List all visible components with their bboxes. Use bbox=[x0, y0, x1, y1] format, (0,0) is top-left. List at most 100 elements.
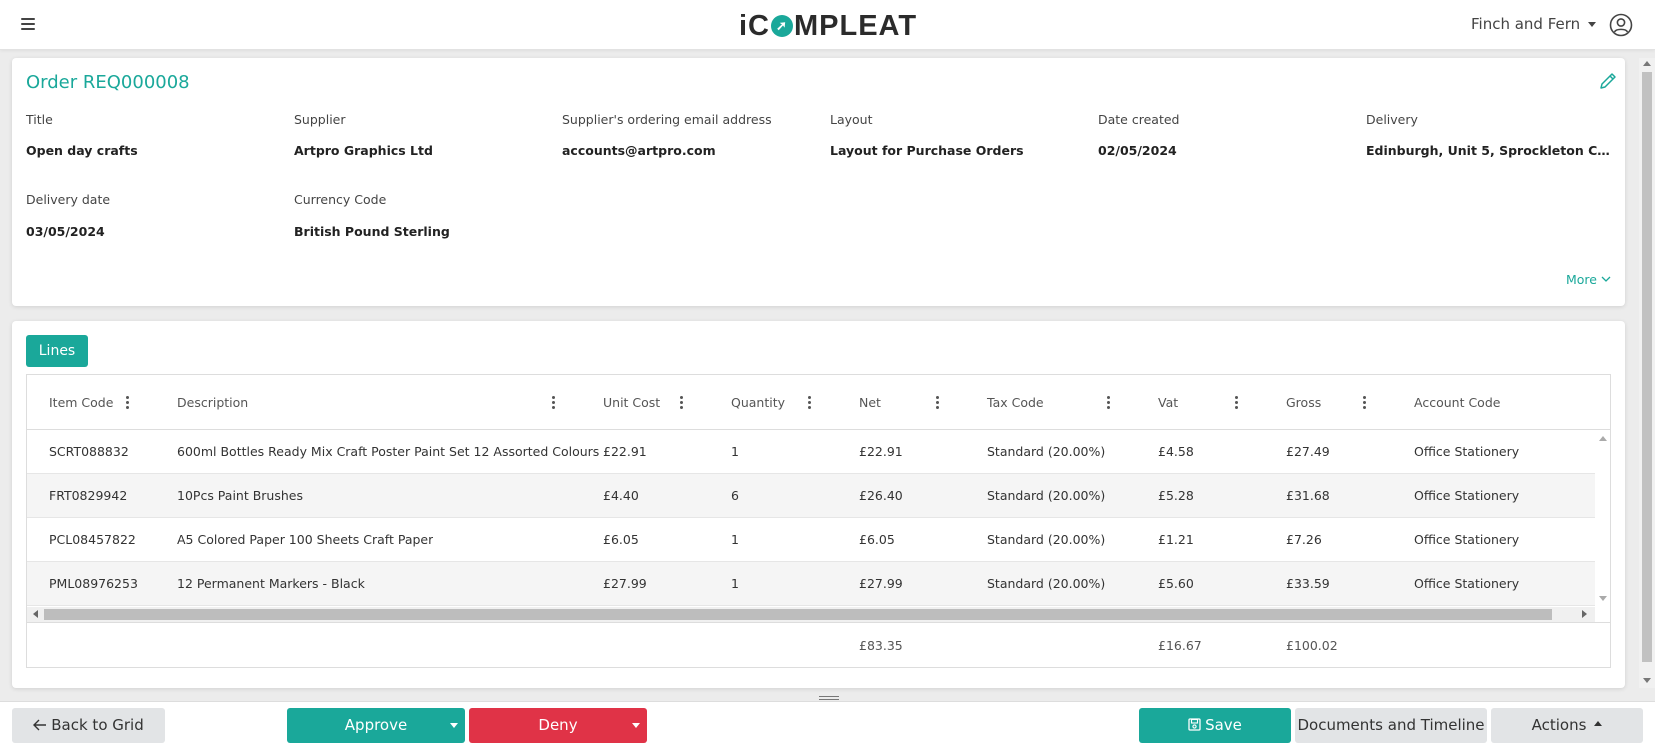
total-gross: £100.02 bbox=[1286, 638, 1338, 653]
column-header-unit-cost[interactable]: Unit Cost bbox=[603, 375, 660, 430]
column-menu-icon[interactable] bbox=[548, 395, 558, 411]
column-header-account-code[interactable]: Account Code bbox=[1414, 375, 1500, 430]
cell-quantity: 1 bbox=[731, 532, 739, 547]
column-menu-icon[interactable] bbox=[1103, 395, 1113, 411]
approve-split-button: Approve bbox=[287, 708, 465, 743]
column-menu-icon[interactable] bbox=[1359, 395, 1369, 411]
cell-quantity: 6 bbox=[731, 488, 739, 503]
field-value-supplier-email: accounts@artpro.com bbox=[562, 143, 716, 158]
user-account-icon[interactable] bbox=[1609, 13, 1633, 37]
cell-gross: £33.59 bbox=[1286, 576, 1330, 591]
total-net: £83.35 bbox=[859, 638, 903, 653]
table-row[interactable]: PML08976253 12 Permanent Markers - Black… bbox=[27, 562, 1595, 606]
cell-tax-code: Standard (20.00%) bbox=[987, 488, 1106, 503]
grid-header: Item Code Description Unit Cost Quantity… bbox=[27, 375, 1610, 430]
field-value-supplier: Artpro Graphics Ltd bbox=[294, 143, 433, 158]
lines-grid: Item Code Description Unit Cost Quantity… bbox=[26, 374, 1611, 668]
cell-net: £22.91 bbox=[859, 444, 903, 459]
menu-icon[interactable] bbox=[21, 18, 35, 30]
more-label: More bbox=[1566, 272, 1597, 287]
scroll-right-icon[interactable] bbox=[1582, 610, 1587, 618]
field-value-title: Open day crafts bbox=[26, 143, 138, 158]
floppy-disk-icon bbox=[1188, 718, 1201, 731]
field-value-layout: Layout for Purchase Orders bbox=[830, 143, 1024, 158]
column-header-net[interactable]: Net bbox=[859, 375, 881, 430]
scroll-down-icon[interactable] bbox=[1599, 596, 1607, 601]
deny-dropdown-caret-icon[interactable] bbox=[625, 708, 647, 743]
cell-quantity: 1 bbox=[731, 444, 739, 459]
column-header-vat[interactable]: Vat bbox=[1158, 375, 1178, 430]
column-header-item-code[interactable]: Item Code bbox=[49, 375, 113, 430]
cell-unit-cost: £4.40 bbox=[603, 488, 639, 503]
cell-vat: £5.28 bbox=[1158, 488, 1194, 503]
cell-description: A5 Colored Paper 100 Sheets Craft Paper bbox=[177, 532, 434, 547]
cell-item-code: SCRT088832 bbox=[49, 444, 129, 459]
column-header-gross[interactable]: Gross bbox=[1286, 375, 1321, 430]
grid-vertical-scrollbar[interactable] bbox=[1595, 430, 1610, 607]
cell-unit-cost: £6.05 bbox=[603, 532, 639, 547]
column-menu-icon[interactable] bbox=[1231, 395, 1241, 411]
top-bar: iC ➚ MPLEAT Finch and Fern bbox=[0, 0, 1655, 50]
app-logo[interactable]: iC ➚ MPLEAT bbox=[739, 9, 917, 43]
cell-unit-cost: £27.99 bbox=[603, 576, 647, 591]
scroll-left-icon[interactable] bbox=[33, 610, 38, 618]
deny-button[interactable]: Deny bbox=[480, 708, 636, 743]
field-label-layout: Layout bbox=[830, 112, 873, 127]
order-details-card: Order REQ000008 Title Open day crafts Su… bbox=[12, 58, 1625, 306]
column-menu-icon[interactable] bbox=[122, 395, 132, 411]
more-link[interactable]: More bbox=[1566, 272, 1611, 287]
totals-row: £83.35 £16.67 £100.02 bbox=[27, 622, 1610, 667]
cell-vat: £1.21 bbox=[1158, 532, 1194, 547]
arrow-up-right-icon: ➚ bbox=[771, 15, 793, 37]
cell-net: £27.99 bbox=[859, 576, 903, 591]
documents-and-timeline-button[interactable]: Documents and Timeline bbox=[1295, 708, 1487, 743]
footer-toolbar: Back to Grid Approve Deny Save Documents… bbox=[0, 701, 1655, 747]
save-label: Save bbox=[1205, 716, 1242, 734]
caret-down-icon bbox=[1588, 21, 1597, 27]
field-label-delivery: Delivery bbox=[1366, 112, 1418, 127]
column-menu-icon[interactable] bbox=[804, 395, 814, 411]
actions-button[interactable]: Actions bbox=[1491, 708, 1643, 743]
cell-account-code: Office Stationery bbox=[1414, 488, 1520, 503]
resize-handle[interactable] bbox=[819, 696, 839, 700]
grid-horizontal-scrollbar[interactable] bbox=[27, 607, 1595, 622]
company-switcher[interactable]: Finch and Fern bbox=[1471, 15, 1597, 33]
scroll-up-icon[interactable] bbox=[1643, 61, 1651, 66]
cell-description: 12 Permanent Markers - Black bbox=[177, 576, 365, 591]
arrow-left-icon bbox=[33, 719, 47, 731]
column-header-quantity[interactable]: Quantity bbox=[731, 375, 785, 430]
table-row[interactable]: FRT0829942 10Pcs Paint Brushes £4.40 6 £… bbox=[27, 474, 1595, 518]
table-row[interactable]: SCRT088832 600ml Bottles Ready Mix Craft… bbox=[27, 430, 1595, 474]
cell-net: £26.40 bbox=[859, 488, 903, 503]
scroll-down-icon[interactable] bbox=[1643, 678, 1651, 683]
scrollbar-thumb[interactable] bbox=[1642, 72, 1652, 662]
cell-gross: £7.26 bbox=[1286, 532, 1322, 547]
save-button[interactable]: Save bbox=[1139, 708, 1291, 743]
edit-pencil-icon[interactable] bbox=[1598, 71, 1618, 91]
cell-description: 10Pcs Paint Brushes bbox=[177, 488, 303, 503]
field-label-title: Title bbox=[26, 112, 53, 127]
page-scrollbar[interactable] bbox=[1639, 58, 1655, 688]
deny-split-button: Deny bbox=[469, 708, 647, 743]
cell-net: £6.05 bbox=[859, 532, 895, 547]
approve-dropdown-caret-icon[interactable] bbox=[443, 708, 465, 743]
field-label-date-created: Date created bbox=[1098, 112, 1180, 127]
cell-gross: £31.68 bbox=[1286, 488, 1330, 503]
approve-button[interactable]: Approve bbox=[298, 708, 454, 743]
column-header-description[interactable]: Description bbox=[177, 375, 248, 430]
scrollbar-thumb[interactable] bbox=[44, 609, 1552, 620]
scroll-up-icon[interactable] bbox=[1599, 436, 1607, 441]
back-to-grid-button[interactable]: Back to Grid bbox=[12, 708, 165, 743]
table-row[interactable]: PCL08457822 A5 Colored Paper 100 Sheets … bbox=[27, 518, 1595, 562]
column-menu-icon[interactable] bbox=[932, 395, 942, 411]
tab-lines[interactable]: Lines bbox=[26, 335, 88, 367]
total-vat: £16.67 bbox=[1158, 638, 1202, 653]
cell-vat: £4.58 bbox=[1158, 444, 1194, 459]
cell-item-code: FRT0829942 bbox=[49, 488, 128, 503]
cell-tax-code: Standard (20.00%) bbox=[987, 532, 1106, 547]
company-name: Finch and Fern bbox=[1471, 15, 1581, 33]
column-header-tax-code[interactable]: Tax Code bbox=[987, 375, 1044, 430]
back-to-grid-label: Back to Grid bbox=[51, 716, 144, 734]
cell-tax-code: Standard (20.00%) bbox=[987, 444, 1106, 459]
column-menu-icon[interactable] bbox=[676, 395, 686, 411]
